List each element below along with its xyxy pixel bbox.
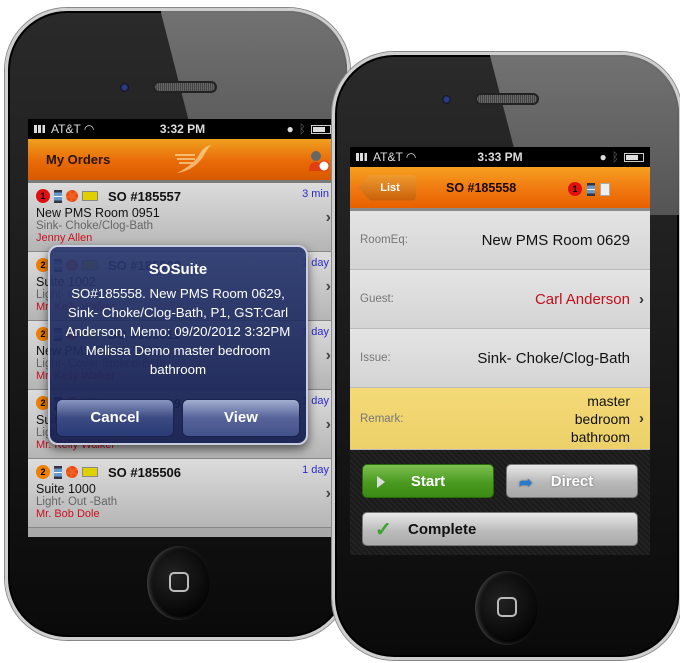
battery-icon — [624, 152, 644, 162]
nav-bar: My Orders — [28, 139, 337, 183]
so-number: SO #185557 — [108, 188, 182, 204]
document-icon — [600, 182, 610, 196]
detail-value: New PMS Room 0629 — [481, 231, 630, 249]
hourglass-icon — [54, 465, 62, 479]
screen: AT&T ◠ 3:33 PM ● ᛒ List SO #185558 1 Room… — [350, 147, 650, 555]
order-issue: Light- Out -Bath — [36, 496, 118, 508]
start-label: Start — [410, 472, 446, 490]
order-room: Suite 1000 — [36, 482, 96, 496]
chevron-right-icon: › — [639, 410, 644, 427]
detail-row-issue: Issue: Sink- Choke/Clog-Bath — [350, 329, 650, 388]
back-button[interactable]: List — [358, 174, 416, 201]
complete-button[interactable]: ✓ Complete — [362, 512, 638, 546]
order-age: 1 day — [302, 464, 329, 476]
hourglass-icon — [54, 189, 62, 203]
cancel-button[interactable]: Cancel — [56, 399, 174, 437]
status-time: 3:33 PM — [477, 150, 523, 164]
checkmark-icon: ✓ — [375, 519, 392, 541]
chevron-right-icon: › — [325, 485, 331, 502]
page-title: SO #185558 — [446, 180, 517, 195]
detail-label: Guest: — [360, 293, 394, 305]
direct-button[interactable]: ➦ Direct — [506, 464, 638, 498]
battery-icon — [311, 124, 331, 134]
order-list-item[interactable]: 2 SO #185506 1 day Suite 1000 Light- Out… — [28, 459, 337, 528]
home-button[interactable] — [475, 571, 539, 645]
start-button[interactable]: Start — [362, 464, 494, 498]
order-guest: Mr. Bob Dole — [36, 508, 100, 520]
ticket-icon — [82, 191, 98, 201]
hourglass-icon — [587, 182, 595, 196]
chevron-right-icon: › — [325, 347, 331, 364]
order-list-item[interactable]: 1 SO #185557 3 min New PMS Room 0951 Sin… — [28, 183, 337, 252]
detail-label: Issue: — [360, 352, 391, 364]
detail-row-remark[interactable]: Remark: master bedroom bathroom › — [350, 388, 650, 450]
priority-badge: 1 — [568, 182, 582, 196]
detail-row-guest[interactable]: Guest: Carl Anderson › — [350, 270, 650, 329]
ticket-icon — [82, 467, 98, 477]
so-number: SO #185506 — [108, 464, 182, 480]
speaker-grille — [475, 93, 539, 105]
chevron-right-icon: › — [325, 416, 331, 433]
phone-right: AT&T ◠ 3:33 PM ● ᛒ List SO #185558 1 Room… — [332, 52, 680, 660]
status-bar: AT&T ◠ 3:33 PM ● ᛒ — [350, 147, 650, 167]
order-guest: Jenny Allen — [36, 232, 93, 244]
home-square-icon — [169, 572, 189, 592]
order-issue: Sink- Choke/Clog-Bath — [36, 220, 153, 232]
chevron-right-icon: › — [325, 209, 331, 226]
camera-icon — [120, 83, 129, 92]
priority-badge: 1 — [36, 189, 50, 203]
speaker-grille — [153, 81, 217, 93]
app-logo-icon — [175, 145, 211, 173]
user-status-icon[interactable] — [307, 149, 331, 173]
view-button[interactable]: View — [182, 399, 300, 437]
detail-value: master bedroom bathroom — [570, 392, 630, 445]
detail-row-roomeq: RoomEq: New PMS Room 0629 — [350, 211, 650, 270]
nav-bar: List SO #185558 1 — [350, 167, 650, 211]
direct-label: Direct — [550, 472, 594, 490]
action-panel: Start ➦ Direct ✓ Complete — [350, 450, 650, 555]
notification-alert: SOSuite SO#185558. New PMS Room 0629, Si… — [48, 245, 308, 445]
priority-badge: 2 — [36, 465, 50, 479]
status-bar: AT&T ◠ 3:32 PM ● ᛒ — [28, 119, 337, 139]
home-button[interactable] — [147, 546, 211, 620]
home-square-icon — [497, 597, 517, 617]
chevron-right-icon: › — [639, 290, 644, 308]
gear-icon — [66, 190, 78, 202]
detail-label: RoomEq: — [360, 234, 408, 246]
detail-value: Carl Anderson — [534, 290, 630, 308]
alert-title: SOSuite — [148, 261, 208, 278]
play-icon — [377, 476, 385, 488]
order-age: 3 min — [302, 188, 329, 200]
detail-value: Sink- Choke/Clog-Bath — [477, 349, 630, 367]
alert-message: SO#185558. New PMS Room 0629, Sink- Chok… — [65, 286, 291, 377]
camera-icon — [442, 95, 451, 104]
status-time: 3:32 PM — [159, 122, 206, 136]
complete-label: Complete — [408, 520, 477, 538]
share-arrow-icon: ➦ — [519, 475, 533, 492]
order-room: New PMS Room 0951 — [36, 206, 160, 220]
gear-icon — [66, 466, 78, 478]
detail-label: Remark: — [360, 412, 404, 425]
page-title: My Orders — [46, 152, 111, 167]
chevron-right-icon: › — [325, 278, 331, 295]
